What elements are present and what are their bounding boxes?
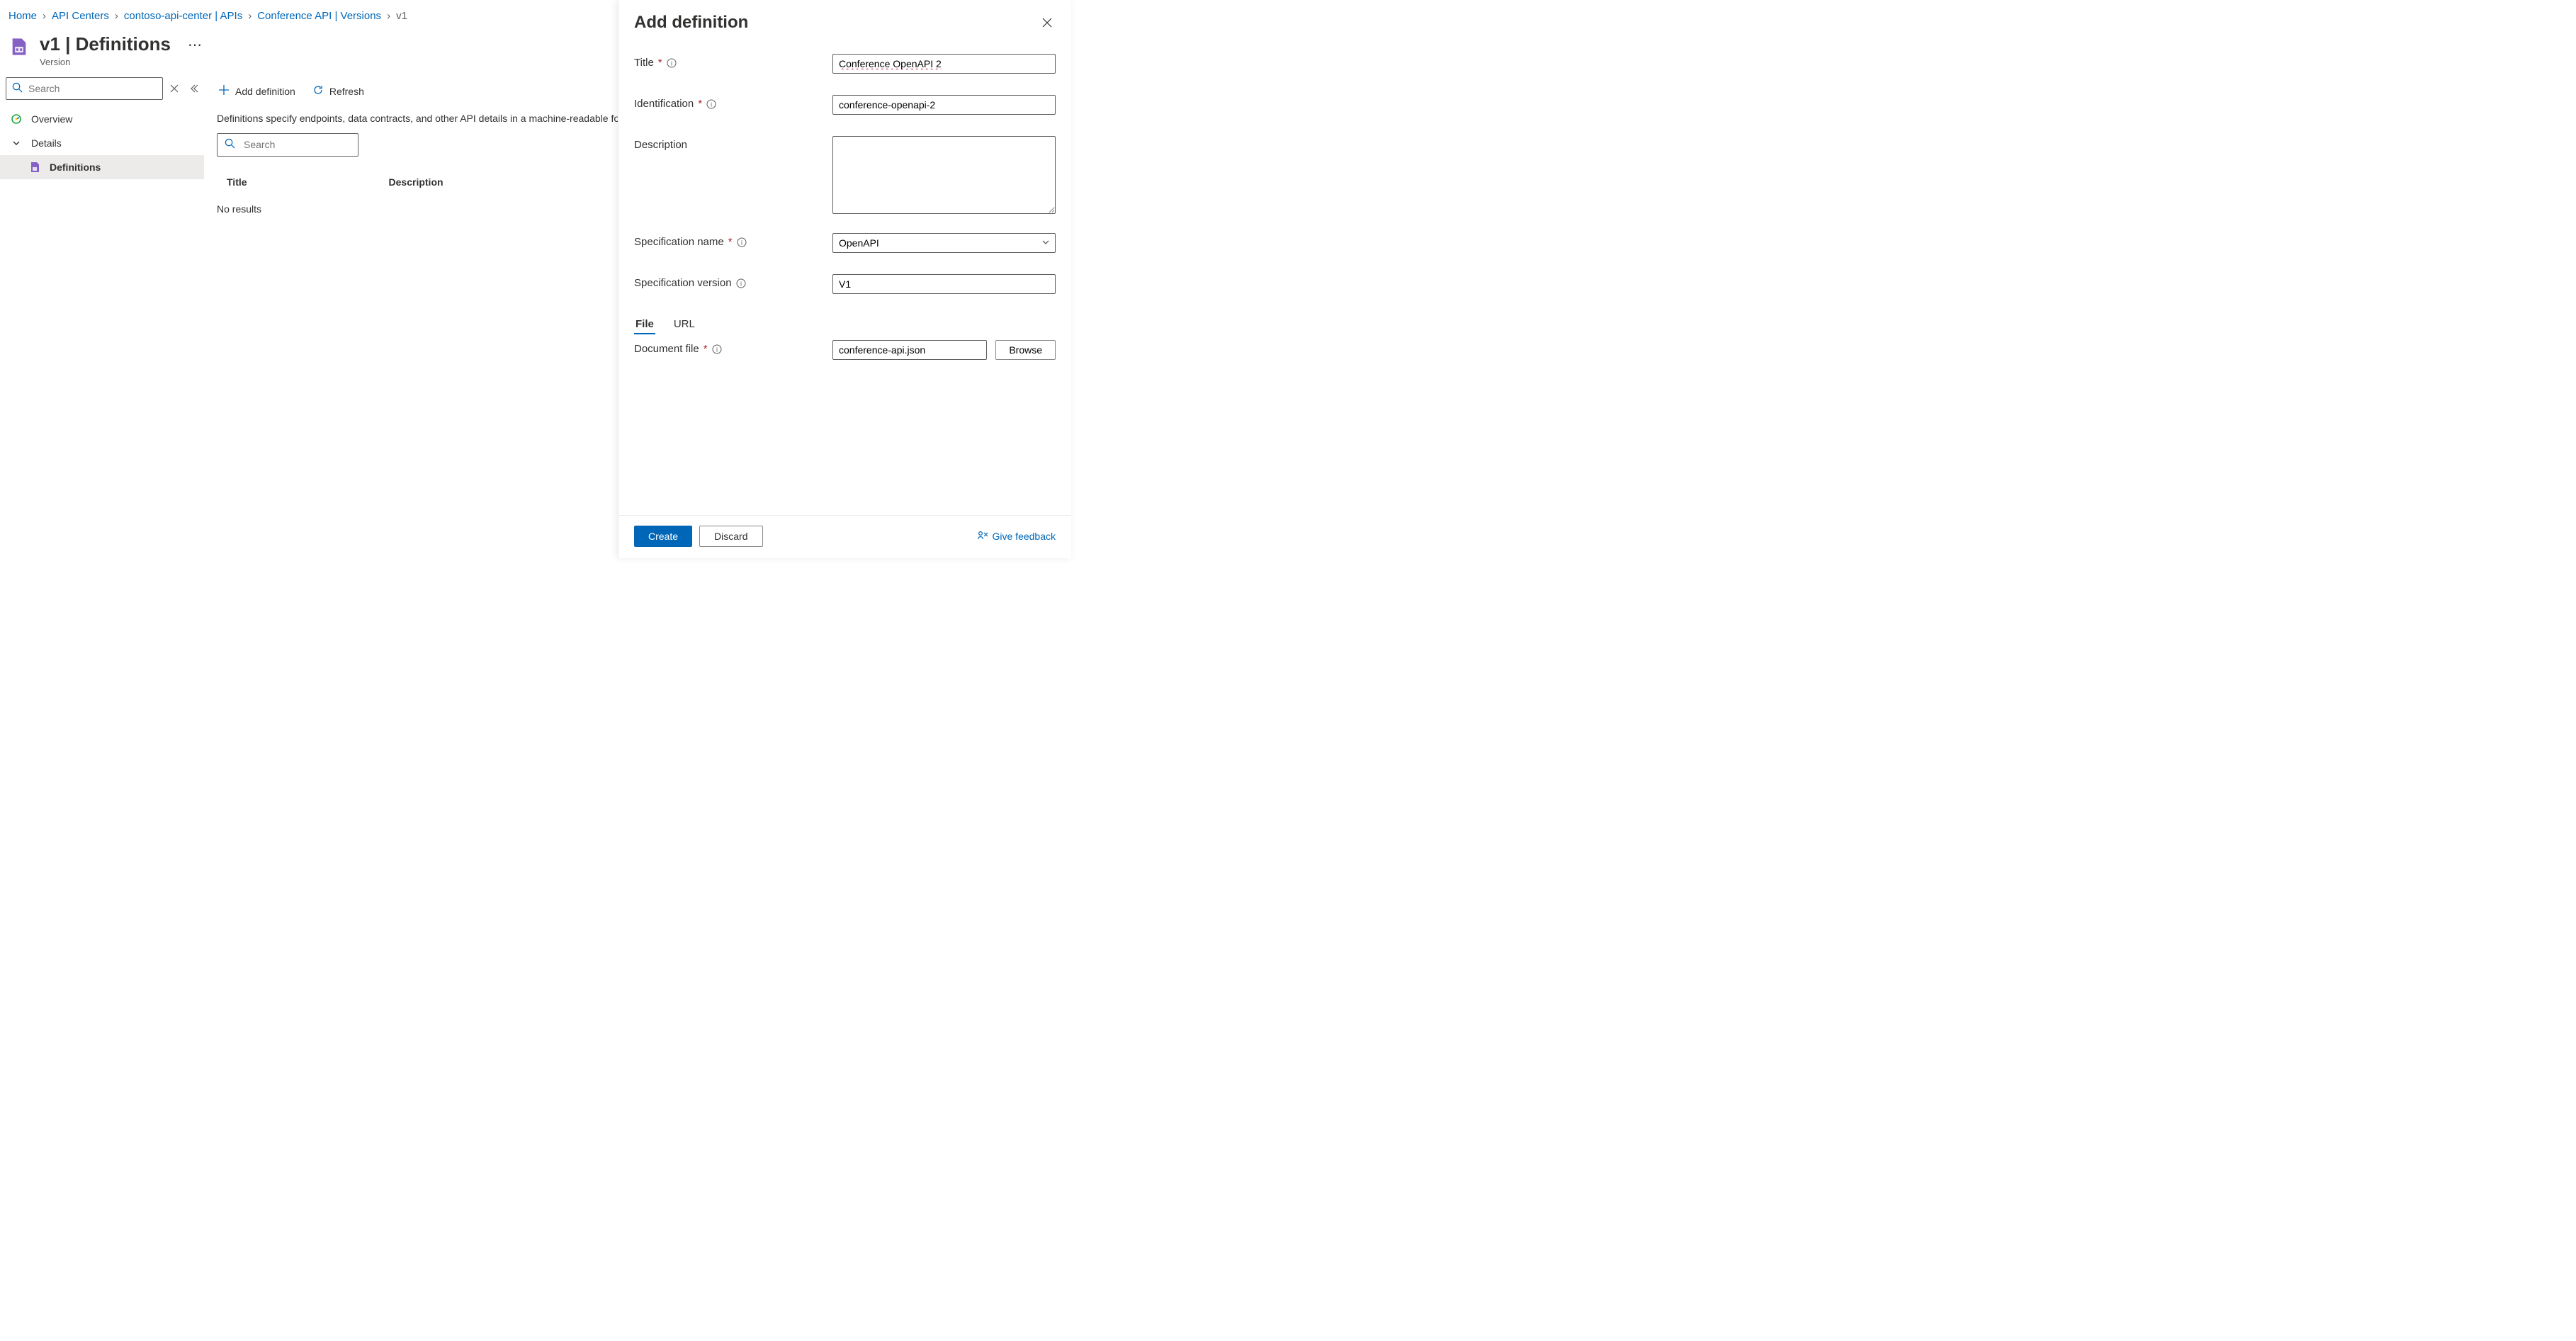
label-spec-version: Specification version i (634, 274, 832, 289)
sidebar-search-input[interactable] (28, 83, 157, 94)
give-feedback-link[interactable]: Give feedback (977, 530, 1056, 543)
info-icon[interactable]: i (667, 58, 677, 68)
sidebar-item-definitions[interactable]: Definitions (0, 155, 204, 179)
create-button[interactable]: Create (634, 526, 692, 547)
info-icon[interactable]: i (737, 237, 747, 247)
sidebar-item-label: Details (31, 137, 62, 149)
tab-url[interactable]: URL (672, 315, 696, 334)
feedback-label: Give feedback (993, 531, 1056, 542)
sidebar: Overview Details Definitions (0, 77, 204, 565)
col-description[interactable]: Description (389, 176, 444, 188)
api-version-icon (9, 36, 30, 57)
upload-tabs: File URL (634, 315, 1056, 340)
label-title: Title* i (634, 54, 832, 69)
browse-button[interactable]: Browse (995, 340, 1056, 360)
spec-version-input[interactable] (832, 274, 1056, 294)
identification-input[interactable] (832, 95, 1056, 115)
clear-icon[interactable] (167, 80, 181, 97)
plus-icon (218, 84, 230, 98)
sidebar-item-details[interactable]: Details (0, 131, 204, 155)
search-icon (225, 138, 235, 151)
tab-file[interactable]: File (634, 315, 655, 334)
sidebar-item-label: Overview (31, 113, 72, 125)
title-input[interactable] (832, 54, 1056, 74)
document-file-input[interactable] (832, 340, 987, 360)
label-description: Description (634, 136, 832, 151)
info-icon[interactable]: i (736, 278, 746, 288)
refresh-label: Refresh (329, 86, 364, 97)
col-title[interactable]: Title (227, 176, 247, 188)
breadcrumb-link-api-centers[interactable]: API Centers (52, 10, 109, 22)
search-icon (12, 82, 23, 95)
discard-button[interactable]: Discard (699, 526, 762, 547)
more-icon[interactable]: ⋯ (188, 33, 202, 54)
definitions-search-input[interactable] (244, 139, 372, 150)
feedback-icon (977, 530, 988, 543)
description-input[interactable] (832, 136, 1056, 214)
label-identification: Identification* i (634, 95, 832, 110)
sidebar-item-overview[interactable]: Overview (0, 107, 204, 131)
breadcrumb-link-home[interactable]: Home (9, 10, 37, 22)
definitions-search[interactable] (217, 133, 358, 157)
add-definition-panel: Add definition Title* i Identification* … (618, 0, 1071, 558)
page-title: v1 | Definitions (40, 33, 171, 55)
definitions-icon (28, 161, 41, 174)
svg-text:i: i (741, 239, 742, 246)
svg-text:i: i (740, 280, 742, 287)
spec-name-select[interactable] (832, 233, 1056, 253)
chevron-right-icon: › (115, 10, 118, 22)
collapse-sidebar-icon[interactable] (186, 80, 201, 97)
sidebar-search[interactable] (6, 77, 163, 100)
add-definition-label: Add definition (235, 86, 295, 97)
breadcrumb-link-versions[interactable]: Conference API | Versions (257, 10, 381, 22)
refresh-icon (312, 84, 324, 98)
chevron-right-icon: › (387, 10, 390, 22)
add-definition-button[interactable]: Add definition (217, 81, 297, 101)
label-spec-name: Specification name* i (634, 233, 832, 248)
chevron-down-icon (10, 137, 23, 149)
breadcrumb-current: v1 (396, 10, 407, 22)
refresh-button[interactable]: Refresh (311, 81, 366, 101)
panel-title: Add definition (634, 13, 748, 33)
sidebar-item-label: Definitions (50, 162, 101, 173)
chevron-right-icon: › (43, 10, 46, 22)
info-icon[interactable]: i (706, 99, 716, 109)
svg-text:i: i (716, 346, 718, 353)
page-subtitle: Version (40, 57, 171, 67)
svg-text:i: i (711, 101, 712, 108)
svg-text:i: i (671, 60, 672, 67)
breadcrumb-link-center-apis[interactable]: contoso-api-center | APIs (124, 10, 242, 22)
close-panel-button[interactable] (1039, 14, 1056, 31)
overview-icon (10, 113, 23, 125)
label-document-file: Document file* i (634, 340, 832, 355)
info-icon[interactable]: i (712, 344, 722, 354)
chevron-right-icon: › (248, 10, 252, 22)
